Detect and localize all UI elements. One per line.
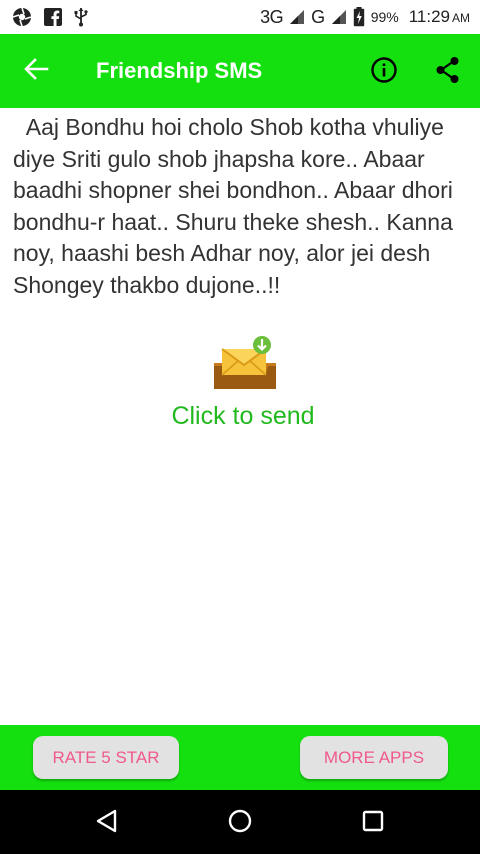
nav-back-button[interactable] xyxy=(92,808,122,838)
clock: 11:29 AM xyxy=(409,7,470,27)
back-button[interactable] xyxy=(18,56,54,86)
status-left-icons xyxy=(12,7,88,27)
share-button[interactable] xyxy=(432,56,464,88)
send-label[interactable]: Click to send xyxy=(0,402,480,431)
signal-icon xyxy=(289,9,305,25)
network-type-2: G xyxy=(311,6,325,27)
battery-charging-icon xyxy=(353,7,365,27)
usb-icon xyxy=(74,7,88,27)
app-title: Friendship SMS xyxy=(96,58,263,83)
nav-recents-icon xyxy=(361,809,385,838)
bottom-action-bar: RATE 5 STAR MORE APPS xyxy=(0,725,480,790)
rate-5-star-button[interactable]: RATE 5 STAR xyxy=(33,736,179,779)
arrow-left-icon xyxy=(23,57,49,85)
clock-ampm: AM xyxy=(452,11,470,25)
battery-percent: 99% xyxy=(370,9,399,25)
system-nav-bar xyxy=(0,790,480,854)
clock-time: 11:29 xyxy=(408,7,450,26)
info-button[interactable] xyxy=(368,56,400,88)
nav-recents-button[interactable] xyxy=(358,808,388,838)
nav-back-icon xyxy=(94,808,120,839)
network-type-1: 3G xyxy=(260,6,284,27)
more-apps-button[interactable]: MORE APPS xyxy=(300,736,448,779)
signal-icon-2 xyxy=(331,9,347,25)
info-icon xyxy=(370,56,398,89)
nav-home-icon xyxy=(227,808,253,839)
nav-home-button[interactable] xyxy=(225,808,255,838)
share-icon xyxy=(435,56,461,89)
sms-message-text: Aaj Bondhu hoi cholo Shob kotha vhuliye … xyxy=(13,114,460,298)
envelope-download-icon xyxy=(212,336,278,395)
aperture-icon xyxy=(12,7,32,27)
facebook-icon xyxy=(44,8,62,26)
send-button[interactable] xyxy=(212,335,278,391)
status-right-indicators: 3G G 99% 11:29 AM xyxy=(260,7,470,28)
status-bar: 3G G 99% 11:29 AM xyxy=(0,0,480,34)
app-bar: Friendship SMS xyxy=(0,34,480,108)
